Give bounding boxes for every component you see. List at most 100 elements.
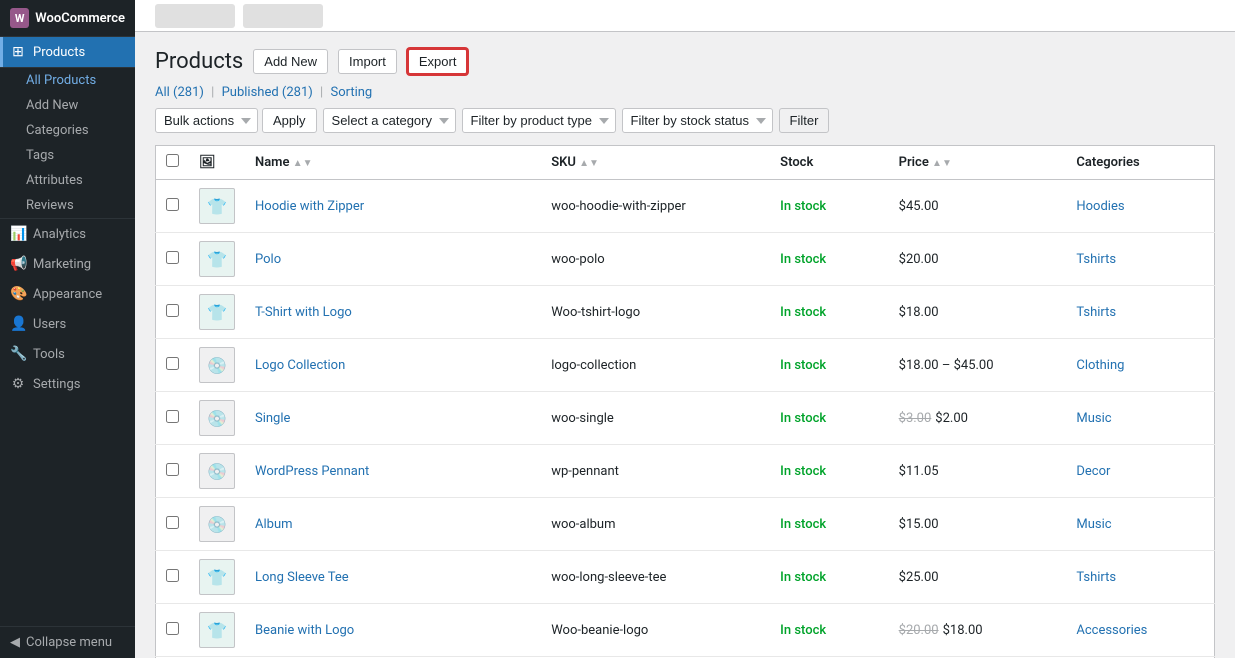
stock-status-select[interactable]: Filter by stock status bbox=[622, 108, 773, 133]
product-categories: Accessories bbox=[1066, 604, 1214, 657]
sidebar-item-all-products[interactable]: All Products bbox=[0, 68, 135, 93]
sidebar-item-users[interactable]: 👤 Users bbox=[0, 309, 135, 339]
product-categories: Music bbox=[1066, 392, 1214, 445]
product-name-link[interactable]: T-Shirt with Logo bbox=[255, 305, 352, 320]
product-price: $20.00$18.00 bbox=[889, 604, 1067, 657]
stock-status: In stock bbox=[780, 358, 826, 373]
product-name-link[interactable]: Logo Collection bbox=[255, 358, 345, 373]
filter-button[interactable]: Filter bbox=[779, 108, 830, 133]
category-link[interactable]: Tshirts bbox=[1076, 252, 1116, 267]
product-name-cell: Logo Collection bbox=[245, 339, 541, 392]
product-thumbnail-cell: 💿 bbox=[189, 339, 245, 392]
select-all-header[interactable] bbox=[156, 146, 190, 180]
sidebar-item-analytics[interactable]: 📊 Analytics bbox=[0, 219, 135, 249]
sidebar-item-settings[interactable]: ⚙ Settings bbox=[0, 369, 135, 399]
row-checkbox-0[interactable] bbox=[166, 198, 179, 211]
product-sku: Woo-beanie-logo bbox=[541, 604, 770, 657]
sidebar-item-add-new[interactable]: Add New bbox=[0, 93, 135, 118]
page-content: Products Add New Import Export All (281)… bbox=[135, 32, 1235, 658]
main-content: Products Add New Import Export All (281)… bbox=[135, 0, 1235, 658]
product-name-link[interactable]: Beanie with Logo bbox=[255, 623, 354, 638]
bulk-actions-select[interactable]: Bulk actions bbox=[155, 108, 258, 133]
product-name-cell: Long Sleeve Tee bbox=[245, 551, 541, 604]
row-checkbox-2[interactable] bbox=[166, 304, 179, 317]
name-col-header[interactable]: Name ▲▼ bbox=[245, 146, 541, 180]
sidebar-item-marketing[interactable]: 📢 Marketing bbox=[0, 249, 135, 279]
product-stock: In stock bbox=[770, 233, 888, 286]
select-all-checkbox[interactable] bbox=[166, 154, 179, 167]
woocommerce-logo[interactable]: W WooCommerce bbox=[0, 0, 135, 37]
sku-col-header[interactable]: SKU ▲▼ bbox=[541, 146, 770, 180]
category-link[interactable]: Music bbox=[1076, 411, 1111, 426]
sidebar-item-categories[interactable]: Categories bbox=[0, 118, 135, 143]
product-stock: In stock bbox=[770, 604, 888, 657]
table-row: 💿Albumwoo-albumIn stock$15.00Music bbox=[156, 498, 1215, 551]
collapse-menu-button[interactable]: ◀ Collapse menu bbox=[0, 626, 135, 658]
sidebar-item-appearance[interactable]: 🎨 Appearance bbox=[0, 279, 135, 309]
add-new-button[interactable]: Add New bbox=[253, 49, 328, 74]
product-name-link[interactable]: WordPress Pennant bbox=[255, 464, 369, 479]
table-row: 👕T-Shirt with LogoWoo-tshirt-logoIn stoc… bbox=[156, 286, 1215, 339]
category-link[interactable]: Music bbox=[1076, 517, 1111, 532]
product-name-link[interactable]: Polo bbox=[255, 252, 281, 267]
category-link[interactable]: Tshirts bbox=[1076, 570, 1116, 585]
product-thumbnail: 👕 bbox=[199, 612, 235, 648]
sku-sort-icon: ▲▼ bbox=[579, 158, 599, 169]
row-checkbox-4[interactable] bbox=[166, 410, 179, 423]
table-header: 🖼 Name ▲▼ SKU ▲▼ Stock Price ▲▼ Categori… bbox=[156, 146, 1215, 180]
product-categories: Hoodies bbox=[1066, 180, 1214, 233]
category-link[interactable]: Accessories bbox=[1076, 623, 1147, 638]
product-categories: Tshirts bbox=[1066, 286, 1214, 339]
product-stock: In stock bbox=[770, 180, 888, 233]
product-price: $18.00 – $45.00 bbox=[889, 339, 1067, 392]
row-checkbox-6[interactable] bbox=[166, 516, 179, 529]
filter-tabs: All (281) | Published (281) | Sorting bbox=[155, 85, 1215, 100]
product-name-cell: Beanie with Logo bbox=[245, 604, 541, 657]
table-row: 👕Long Sleeve Teewoo-long-sleeve-teeIn st… bbox=[156, 551, 1215, 604]
category-link[interactable]: Decor bbox=[1076, 464, 1110, 479]
row-checkbox-7[interactable] bbox=[166, 569, 179, 582]
product-thumbnail-cell: 💿 bbox=[189, 498, 245, 551]
row-checkbox-cell bbox=[156, 604, 190, 657]
category-select[interactable]: Select a category bbox=[323, 108, 456, 133]
top-bar-buttons bbox=[155, 4, 323, 28]
product-name-link[interactable]: Album bbox=[255, 517, 293, 532]
sidebar-item-reviews[interactable]: Reviews bbox=[0, 193, 135, 218]
product-stock: In stock bbox=[770, 445, 888, 498]
price-col-header[interactable]: Price ▲▼ bbox=[889, 146, 1067, 180]
sidebar-item-products[interactable]: ⊞ Products bbox=[0, 37, 135, 67]
tab-all[interactable]: All (281) bbox=[155, 85, 204, 100]
row-checkbox-1[interactable] bbox=[166, 251, 179, 264]
product-name-link[interactable]: Long Sleeve Tee bbox=[255, 570, 349, 585]
sidebar-item-attributes[interactable]: Attributes bbox=[0, 168, 135, 193]
name-sort-icon: ▲▼ bbox=[293, 158, 313, 169]
product-thumbnail: 👕 bbox=[199, 559, 235, 595]
settings-label: Settings bbox=[33, 377, 80, 392]
row-checkbox-3[interactable] bbox=[166, 357, 179, 370]
category-link[interactable]: Clothing bbox=[1076, 358, 1124, 373]
reviews-label: Reviews bbox=[26, 198, 74, 213]
export-button[interactable]: Export bbox=[407, 48, 469, 75]
product-categories: Decor bbox=[1066, 445, 1214, 498]
sidebar-item-tags[interactable]: Tags bbox=[0, 143, 135, 168]
product-thumbnail-cell: 💿 bbox=[189, 445, 245, 498]
category-link[interactable]: Tshirts bbox=[1076, 305, 1116, 320]
row-checkbox-8[interactable] bbox=[166, 622, 179, 635]
tab-published[interactable]: Published (281) bbox=[222, 85, 313, 100]
row-checkbox-5[interactable] bbox=[166, 463, 179, 476]
product-type-select[interactable]: Filter by product type bbox=[462, 108, 616, 133]
add-new-label: Add New bbox=[26, 98, 78, 113]
stock-status: In stock bbox=[780, 464, 826, 479]
sidebar: W WooCommerce ⊞ Products All Products Ad… bbox=[0, 0, 135, 658]
product-name-link[interactable]: Hoodie with Zipper bbox=[255, 199, 364, 214]
sidebar-item-tools[interactable]: 🔧 Tools bbox=[0, 339, 135, 369]
product-name-link[interactable]: Single bbox=[255, 411, 290, 426]
import-button[interactable]: Import bbox=[338, 49, 397, 74]
row-checkbox-cell bbox=[156, 551, 190, 604]
original-price: $3.00 bbox=[899, 411, 932, 426]
product-name-cell: Single bbox=[245, 392, 541, 445]
category-link[interactable]: Hoodies bbox=[1076, 199, 1124, 214]
tab-sorting[interactable]: Sorting bbox=[330, 85, 372, 100]
apply-button[interactable]: Apply bbox=[262, 108, 317, 133]
sale-price: $18.00 bbox=[943, 623, 983, 638]
